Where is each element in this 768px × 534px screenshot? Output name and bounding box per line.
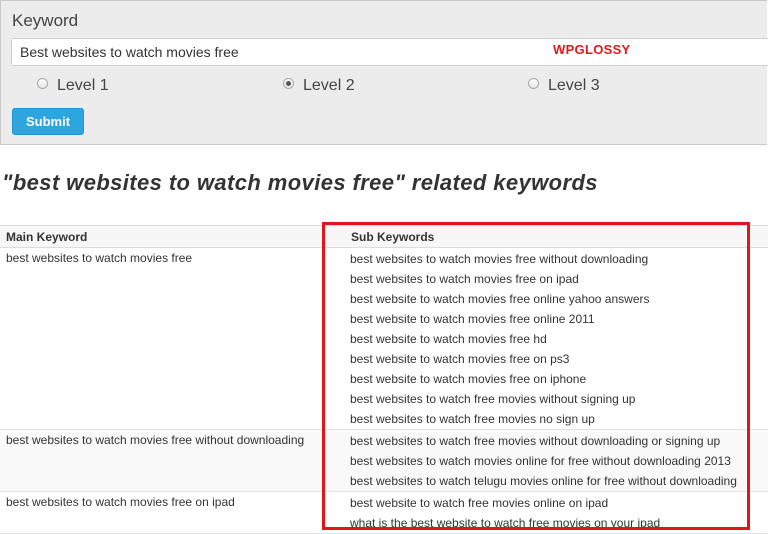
level-2-label: Level 2	[303, 77, 355, 94]
results-heading: "best websites to watch movies free" rel…	[2, 170, 598, 195]
level-1-radio[interactable]	[37, 77, 48, 89]
level-3-radio[interactable]	[528, 77, 539, 89]
keyword-input[interactable]	[11, 38, 768, 66]
header-main-keyword: Main Keyword	[6, 230, 88, 244]
main-keyword-cell: best websites to watch movies free on ip…	[6, 495, 235, 509]
level-2-radio[interactable]	[283, 77, 294, 89]
level-3-option[interactable]: Level 3	[528, 76, 600, 96]
keyword-label: Keyword	[12, 11, 79, 30]
level-1-label: Level 1	[57, 77, 109, 94]
level-1-option[interactable]: Level 1	[37, 76, 109, 96]
level-3-label: Level 3	[548, 77, 600, 94]
main-keyword-cell: best websites to watch movies free witho…	[6, 433, 305, 447]
keyword-form-panel: Keyword WPGLOSSY Level 1 Level 2 Level 3…	[0, 0, 768, 145]
main-keyword-cell: best websites to watch movies free	[6, 251, 193, 265]
watermark-text: WPGLOSSY	[553, 42, 631, 57]
level-2-option[interactable]: Level 2	[283, 76, 355, 96]
highlight-box	[322, 222, 750, 530]
submit-button[interactable]: Submit	[12, 108, 84, 135]
